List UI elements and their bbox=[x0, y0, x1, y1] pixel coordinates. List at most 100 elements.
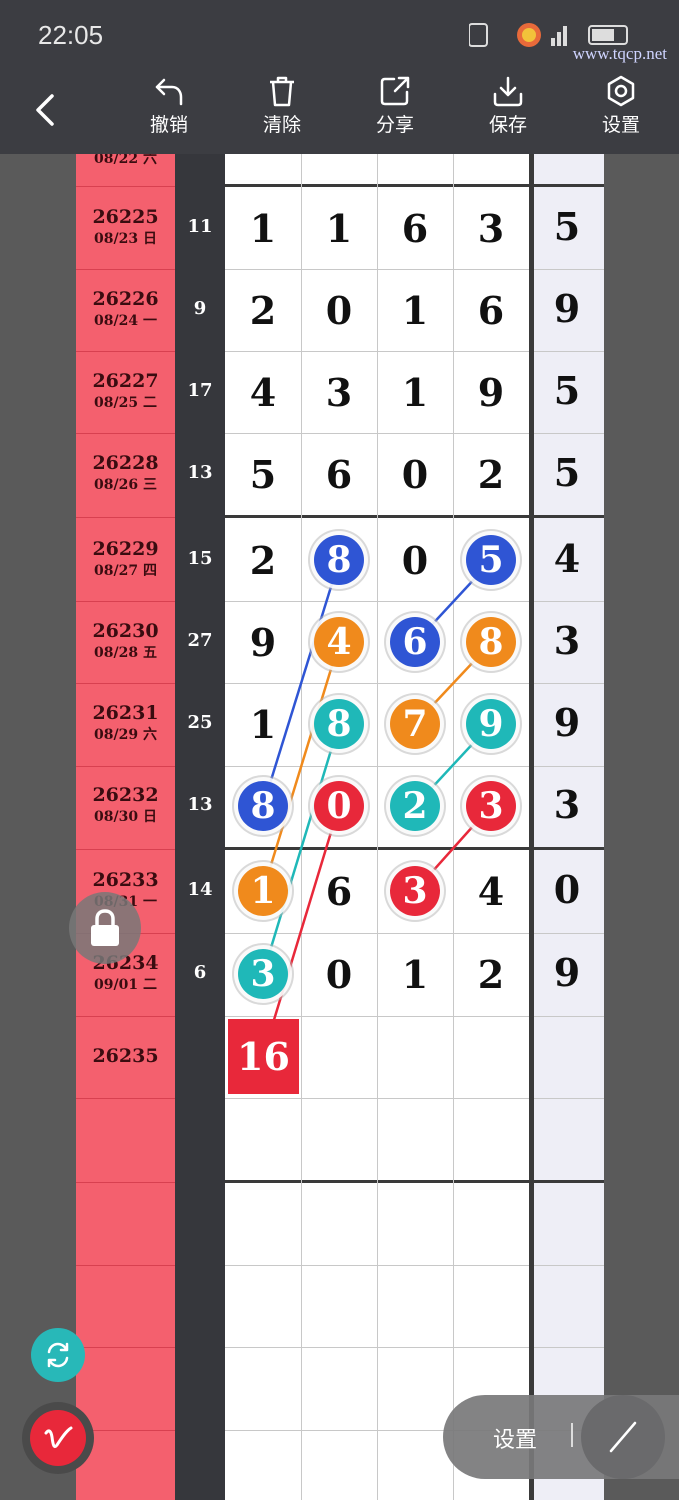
issue-number: 26235 bbox=[92, 1045, 159, 1067]
digit-cell[interactable]: 2 bbox=[225, 519, 301, 601]
refresh-button[interactable] bbox=[31, 1328, 85, 1382]
digit-value: 1 bbox=[401, 951, 429, 997]
row-sum: 11 bbox=[187, 216, 213, 237]
undo-icon bbox=[155, 78, 183, 106]
digit-value: 8 bbox=[314, 535, 364, 585]
issue-cell: 26235 bbox=[76, 1045, 175, 1067]
back-button[interactable] bbox=[26, 90, 66, 130]
digit-value: 0 bbox=[325, 951, 353, 997]
pen-button[interactable] bbox=[22, 1402, 94, 1474]
highlighted-digit-ball[interactable]: 3 bbox=[377, 850, 453, 932]
issue-row-line bbox=[76, 1265, 175, 1266]
bottom-settings-label[interactable]: 设置 bbox=[493, 1422, 537, 1454]
status-time: 22:05 bbox=[38, 20, 104, 50]
last-digit-value: 5 bbox=[553, 368, 581, 413]
row-sum: 6 bbox=[193, 962, 207, 983]
last-digit-value: 3 bbox=[553, 782, 581, 827]
highlight-sum-box[interactable]: 16 bbox=[228, 1019, 299, 1094]
highlighted-digit-ball[interactable]: 8 bbox=[453, 601, 529, 683]
issue-row-line bbox=[76, 1098, 175, 1099]
lock-button[interactable] bbox=[69, 892, 141, 964]
digit-value: 1 bbox=[325, 205, 353, 251]
clear-button[interactable]: 清除 bbox=[242, 74, 322, 144]
issue-row-line bbox=[76, 1016, 175, 1017]
digit-value: 2 bbox=[390, 781, 440, 831]
digit-value: 3 bbox=[390, 866, 440, 916]
digit-cell[interactable]: 6 bbox=[301, 433, 377, 515]
issue-cell: 26226 08/24 一 bbox=[76, 288, 175, 332]
digit-value: 1 bbox=[401, 287, 429, 333]
grid-row-line bbox=[225, 1347, 604, 1348]
digit-cell[interactable]: 6 bbox=[453, 269, 529, 351]
highlighted-digit-ball[interactable]: 8 bbox=[301, 683, 377, 765]
digit-cell[interactable]: 1 bbox=[377, 269, 453, 351]
undo-button[interactable]: 撤销 bbox=[129, 74, 209, 144]
digit-cell[interactable]: 2 bbox=[225, 269, 301, 351]
issue-cell: 26230 08/28 五 bbox=[76, 620, 175, 664]
digit-cell[interactable]: 0 bbox=[301, 933, 377, 1015]
download-icon bbox=[493, 76, 523, 107]
back-arrow-icon bbox=[36, 94, 54, 126]
digit-cell[interactable]: 3 bbox=[453, 187, 529, 269]
highlighted-digit-ball[interactable]: 8 bbox=[301, 519, 377, 601]
digit-cell[interactable]: 0 bbox=[377, 433, 453, 515]
digit-cell[interactable]: 1 bbox=[377, 351, 453, 433]
digit-cell[interactable]: 2 bbox=[453, 433, 529, 515]
digit-value: 6 bbox=[325, 451, 353, 497]
digit-cell[interactable]: 0 bbox=[377, 519, 453, 601]
row-sum: 13 bbox=[187, 794, 213, 815]
row-sum: 9 bbox=[193, 298, 207, 319]
undo-label: 撤销 bbox=[149, 114, 188, 136]
row-sum: 14 bbox=[187, 879, 213, 900]
digit-cell[interactable]: 1 bbox=[225, 187, 301, 269]
issue-date: 08/26 三 bbox=[94, 477, 157, 493]
highlighted-digit-ball[interactable]: 9 bbox=[453, 683, 529, 765]
highlighted-digit-ball[interactable]: 3 bbox=[225, 933, 301, 1015]
highlighted-digit-ball[interactable]: 0 bbox=[301, 765, 377, 847]
save-button[interactable]: 保存 bbox=[468, 74, 548, 144]
share-button[interactable]: 分享 bbox=[355, 74, 435, 144]
highlighted-digit-ball[interactable]: 4 bbox=[301, 601, 377, 683]
digit-cell[interactable]: 9 bbox=[453, 351, 529, 433]
digit-value: 1 bbox=[401, 369, 429, 415]
share-icon bbox=[380, 76, 410, 106]
issue-number: 26226 bbox=[92, 288, 159, 310]
digit-value: 1 bbox=[238, 866, 288, 916]
digit-cell[interactable]: 4 bbox=[225, 351, 301, 433]
digit-cell[interactable]: 9 bbox=[225, 601, 301, 683]
highlighted-digit-ball[interactable]: 8 bbox=[225, 765, 301, 847]
line-tool-button[interactable] bbox=[581, 1395, 665, 1479]
settings-button[interactable]: 设置 bbox=[581, 74, 661, 144]
digit-cell[interactable]: 0 bbox=[301, 269, 377, 351]
digit-cell[interactable]: 1 bbox=[377, 933, 453, 1015]
issue-cell: 26232 08/30 日 bbox=[76, 784, 175, 828]
digit-value: 3 bbox=[325, 369, 353, 415]
digit-value: 3 bbox=[477, 205, 505, 251]
issue-row-line bbox=[76, 683, 175, 684]
digit-value: 9 bbox=[249, 619, 277, 665]
highlighted-digit-ball[interactable]: 7 bbox=[377, 683, 453, 765]
digit-value: 0 bbox=[401, 537, 429, 583]
highlighted-digit-ball[interactable]: 3 bbox=[453, 765, 529, 847]
digit-cell[interactable]: 1 bbox=[225, 683, 301, 765]
highlighted-digit-ball[interactable]: 1 bbox=[225, 850, 301, 932]
issue-row-line bbox=[76, 269, 175, 270]
digit-cell[interactable]: 3 bbox=[301, 351, 377, 433]
issue-number: 26233 bbox=[92, 869, 159, 891]
pen-color-swatch bbox=[30, 1410, 86, 1466]
digit-cell[interactable]: 2 bbox=[453, 933, 529, 1015]
highlighted-digit-ball[interactable]: 6 bbox=[377, 601, 453, 683]
issue-cell: 26228 08/26 三 bbox=[76, 452, 175, 496]
digit-cell[interactable]: 6 bbox=[377, 187, 453, 269]
highlighted-digit-ball[interactable]: 5 bbox=[453, 519, 529, 601]
digit-cell[interactable]: 6 bbox=[301, 850, 377, 932]
digit-cell[interactable]: 5 bbox=[225, 433, 301, 515]
digit-cell[interactable]: 1 bbox=[301, 187, 377, 269]
digit-value: 2 bbox=[477, 451, 505, 497]
issue-date: 08/23 日 bbox=[94, 231, 157, 247]
digit-cell[interactable]: 4 bbox=[453, 850, 529, 932]
grid-row-line bbox=[225, 1265, 604, 1266]
digit-value: 0 bbox=[314, 781, 364, 831]
issue-number: 26227 bbox=[92, 370, 159, 392]
highlighted-digit-ball[interactable]: 2 bbox=[377, 765, 453, 847]
